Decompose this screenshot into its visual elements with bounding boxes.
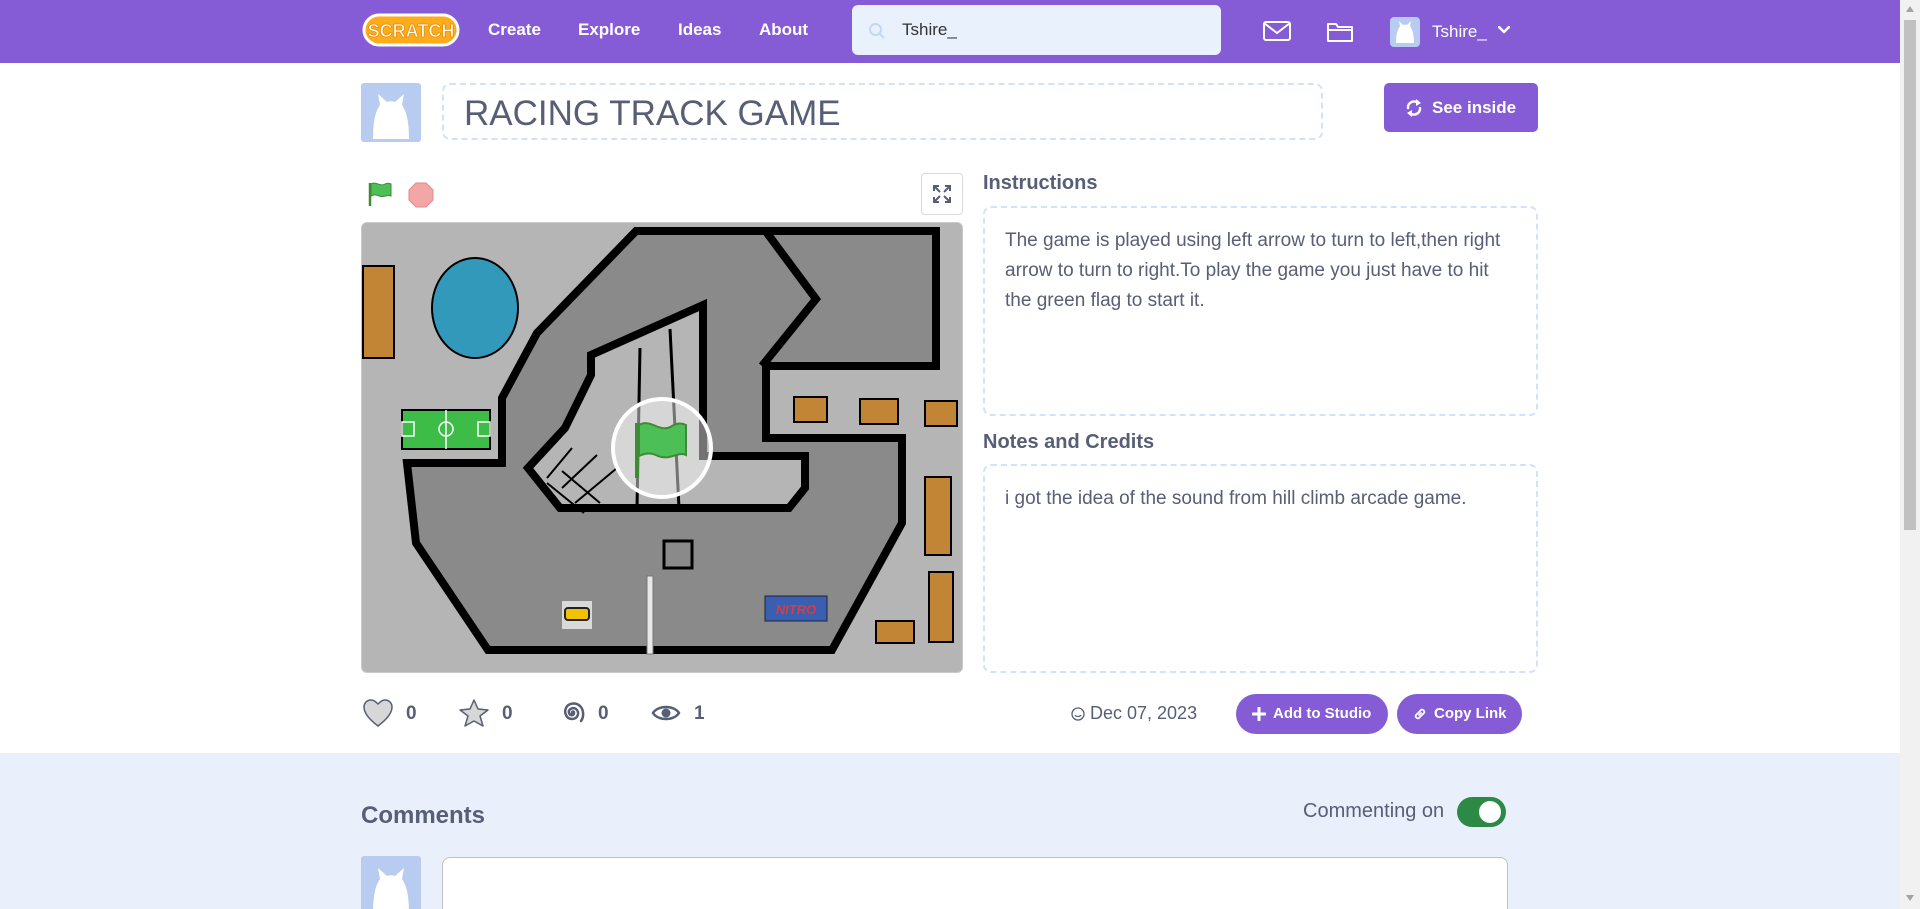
project-title-field[interactable]: RACING TRACK GAME: [442, 83, 1323, 140]
instructions-text: The game is played using left arrow to t…: [1005, 230, 1501, 311]
copy-link-button[interactable]: Copy Link: [1397, 694, 1522, 734]
project-date: Dec 07, 2023: [1090, 703, 1198, 723]
racing-track-scene: NITRO: [362, 223, 962, 672]
scroll-thumb[interactable]: [1904, 20, 1916, 530]
nav-explore-link[interactable]: Explore: [578, 20, 640, 40]
nav-ideas-link[interactable]: Ideas: [678, 20, 721, 40]
comments-heading: Comments: [361, 802, 486, 829]
add-to-studio-button[interactable]: Add to Studio: [1236, 694, 1388, 734]
view-count: 1: [694, 703, 705, 724]
username-label[interactable]: Tshire_: [1432, 22, 1487, 42]
remix-arrows-icon: [1406, 99, 1422, 117]
see-inside-button[interactable]: See inside: [1384, 83, 1538, 132]
user-avatar[interactable]: [1390, 17, 1420, 47]
search-icon: [869, 23, 885, 39]
instructions-panel[interactable]: The game is played using left arrow to t…: [983, 206, 1538, 416]
svg-text:SCRATCH: SCRATCH: [368, 21, 455, 41]
page-scrollbar[interactable]: [1900, 0, 1920, 909]
plus-icon: [1252, 707, 1266, 721]
remix-swirl-icon: [564, 702, 585, 723]
commenter-avatar: [361, 856, 421, 909]
favorite-count: 0: [502, 703, 513, 724]
see-inside-label: See inside: [1432, 98, 1517, 117]
my-stuff-folder-icon[interactable]: [1325, 17, 1355, 45]
copy-link-label: Copy Link: [1434, 705, 1507, 722]
search-input[interactable]: [902, 5, 1202, 55]
add-to-studio-label: Add to Studio: [1273, 705, 1372, 722]
project-stage[interactable]: NITRO: [361, 222, 963, 673]
views-eye-icon: [651, 705, 681, 721]
notes-panel[interactable]: i got the idea of the sound from hill cl…: [983, 464, 1538, 673]
notes-text: i got the idea of the sound from hill cl…: [1005, 488, 1467, 509]
chevron-down-icon[interactable]: [1498, 26, 1510, 34]
link-icon: [1414, 708, 1426, 720]
search-bar: [852, 5, 1221, 55]
scroll-down-arrow-icon[interactable]: [1906, 895, 1914, 901]
project-title: RACING TRACK GAME: [464, 94, 841, 133]
instructions-heading: Instructions: [983, 172, 1098, 194]
date-smiley-icon: [1071, 707, 1085, 721]
toggle-knob: [1479, 801, 1501, 823]
svg-text:NITRO: NITRO: [776, 602, 816, 617]
messages-icon[interactable]: [1262, 17, 1292, 45]
notes-heading: Notes and Credits: [983, 431, 1155, 453]
fullscreen-icon: [933, 185, 951, 203]
fullscreen-button[interactable]: [921, 173, 963, 215]
favorite-star-icon[interactable]: [458, 698, 490, 728]
green-flag-icon[interactable]: [367, 181, 393, 207]
commenting-toggle[interactable]: [1457, 797, 1506, 827]
scroll-up-arrow-icon[interactable]: [1906, 6, 1914, 12]
stop-icon[interactable]: [408, 182, 434, 208]
comment-textarea[interactable]: [442, 857, 1508, 909]
top-navbar: SCRATCH Create Explore Ideas About Tshir…: [0, 0, 1900, 63]
scratch-logo[interactable]: SCRATCH: [362, 12, 460, 48]
love-heart-icon[interactable]: [362, 698, 394, 728]
remix-count: 0: [598, 703, 609, 724]
nav-about-link[interactable]: About: [759, 20, 808, 40]
love-count: 0: [406, 703, 417, 724]
nav-create-link[interactable]: Create: [488, 20, 541, 40]
project-author-avatar[interactable]: [361, 83, 421, 142]
commenting-toggle-label: Commenting on: [1303, 800, 1445, 822]
